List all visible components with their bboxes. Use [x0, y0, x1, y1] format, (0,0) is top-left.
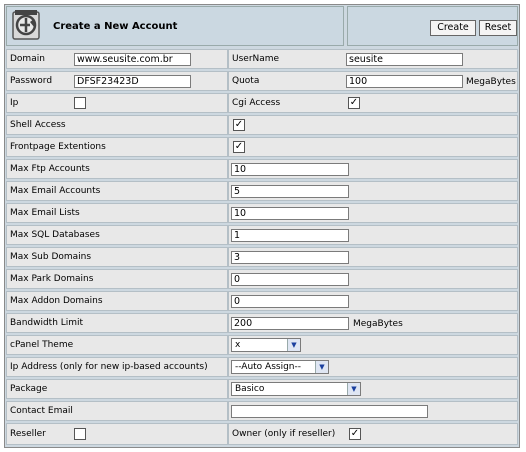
max-email-lists-input[interactable]: 10: [231, 207, 349, 220]
username-label: UserName: [232, 54, 280, 64]
password-label: Password: [10, 76, 53, 86]
ip-checkbox[interactable]: [74, 97, 86, 109]
max-park-label-cell: Max Park Domains: [6, 269, 228, 289]
max-ftp-value-cell: 10: [228, 159, 518, 179]
max-ftp-label-cell: Max Ftp Accounts: [6, 159, 228, 179]
domain-input[interactable]: www.seusite.com.br: [74, 53, 191, 66]
form-actions: Create Reset: [347, 6, 518, 46]
package-select[interactable]: Basico ▼: [231, 382, 361, 396]
quota-unit: MegaBytes: [466, 77, 516, 87]
reset-button[interactable]: Reset: [479, 20, 517, 36]
username-row: UserName seusite: [228, 49, 518, 69]
max-sub-label-cell: Max Sub Domains: [6, 247, 228, 267]
max-addon-label-cell: Max Addon Domains: [6, 291, 228, 311]
cgi-access-checkbox[interactable]: ✓: [348, 97, 360, 109]
form-header: Create a New Account: [6, 6, 344, 46]
theme-select-value: x: [235, 340, 241, 350]
theme-value-cell: x ▼: [228, 335, 518, 355]
frontpage-label: Frontpage Extentions: [10, 142, 106, 152]
owner-label: Owner (only if reseller): [232, 429, 336, 439]
shell-access-label-cell: Shell Access: [6, 115, 228, 135]
max-park-label: Max Park Domains: [10, 274, 94, 284]
password-row: Password DFSF23423D: [6, 71, 228, 91]
max-email-accounts-label-cell: Max Email Accounts: [6, 181, 228, 201]
chevron-down-icon: ▼: [287, 339, 300, 351]
package-label-cell: Package: [6, 379, 228, 399]
cgi-access-label: Cgi Access: [232, 98, 281, 108]
max-addon-label: Max Addon Domains: [10, 296, 103, 306]
username-input[interactable]: seusite: [346, 53, 463, 66]
contact-email-value-cell: [228, 401, 518, 421]
contact-email-input[interactable]: [231, 405, 428, 418]
max-sub-input[interactable]: 3: [231, 251, 349, 264]
max-email-lists-label: Max Email Lists: [10, 208, 80, 218]
max-addon-input[interactable]: 0: [231, 295, 349, 308]
frontpage-checkbox[interactable]: ✓: [233, 141, 245, 153]
shell-access-value-cell: ✓: [228, 115, 518, 135]
max-sql-label: Max SQL Databases: [10, 230, 100, 240]
frontpage-label-cell: Frontpage Extentions: [6, 137, 228, 157]
max-sql-input[interactable]: 1: [231, 229, 349, 242]
max-email-accounts-value-cell: 5: [228, 181, 518, 201]
max-email-lists-label-cell: Max Email Lists: [6, 203, 228, 223]
ip-address-label: Ip Address (only for new ip-based accoun…: [10, 362, 208, 372]
chevron-down-icon: ▼: [347, 383, 360, 395]
max-email-accounts-input[interactable]: 5: [231, 185, 349, 198]
quota-row: Quota 100 MegaBytes: [228, 71, 518, 91]
reseller-checkbox[interactable]: [74, 428, 86, 440]
owner-row: Owner (only if reseller) ✓: [228, 423, 518, 445]
max-ftp-input[interactable]: 10: [231, 163, 349, 176]
package-select-value: Basico: [235, 384, 265, 394]
max-sql-value-cell: 1: [228, 225, 518, 245]
reseller-row: Reseller: [6, 423, 228, 445]
ip-address-value-cell: --Auto Assign-- ▼: [228, 357, 518, 377]
max-park-input[interactable]: 0: [231, 273, 349, 286]
bandwidth-value-cell: 200 MegaBytes: [228, 313, 518, 333]
frontpage-value-cell: ✓: [228, 137, 518, 157]
cpanel-logo-icon: [12, 10, 40, 40]
theme-label: cPanel Theme: [10, 340, 74, 350]
theme-select[interactable]: x ▼: [231, 338, 301, 352]
bandwidth-label-cell: Bandwidth Limit: [6, 313, 228, 333]
max-park-value-cell: 0: [228, 269, 518, 289]
ip-label: Ip: [10, 98, 19, 108]
domain-label: Domain: [10, 54, 45, 64]
theme-label-cell: cPanel Theme: [6, 335, 228, 355]
max-sub-label: Max Sub Domains: [10, 252, 92, 262]
ip-address-select-value: --Auto Assign--: [235, 362, 302, 372]
quota-input[interactable]: 100: [346, 75, 463, 88]
ip-address-select[interactable]: --Auto Assign-- ▼: [231, 360, 329, 374]
page-title: Create a New Account: [53, 21, 178, 32]
ip-row: Ip: [6, 93, 228, 113]
package-value-cell: Basico ▼: [228, 379, 518, 399]
max-addon-value-cell: 0: [228, 291, 518, 311]
max-ftp-label: Max Ftp Accounts: [10, 164, 90, 174]
shell-access-checkbox[interactable]: ✓: [233, 119, 245, 131]
max-sql-label-cell: Max SQL Databases: [6, 225, 228, 245]
max-email-lists-value-cell: 10: [228, 203, 518, 223]
contact-email-label-cell: Contact Email: [6, 401, 228, 421]
shell-access-label: Shell Access: [10, 120, 66, 130]
package-label: Package: [10, 384, 48, 394]
owner-checkbox[interactable]: ✓: [349, 428, 361, 440]
create-button[interactable]: Create: [430, 20, 476, 36]
max-sub-value-cell: 3: [228, 247, 518, 267]
chevron-down-icon: ▼: [315, 361, 328, 373]
reseller-label: Reseller: [10, 429, 46, 439]
ip-address-label-cell: Ip Address (only for new ip-based accoun…: [6, 357, 228, 377]
bandwidth-input[interactable]: 200: [231, 317, 349, 330]
bandwidth-label: Bandwidth Limit: [10, 318, 84, 328]
contact-email-label: Contact Email: [10, 406, 73, 416]
password-input[interactable]: DFSF23423D: [74, 75, 191, 88]
cgi-access-row: Cgi Access ✓: [228, 93, 518, 113]
quota-label: Quota: [232, 76, 260, 86]
domain-row: Domain www.seusite.com.br: [6, 49, 228, 69]
max-email-accounts-label: Max Email Accounts: [10, 186, 101, 196]
bandwidth-unit: MegaBytes: [353, 319, 403, 329]
